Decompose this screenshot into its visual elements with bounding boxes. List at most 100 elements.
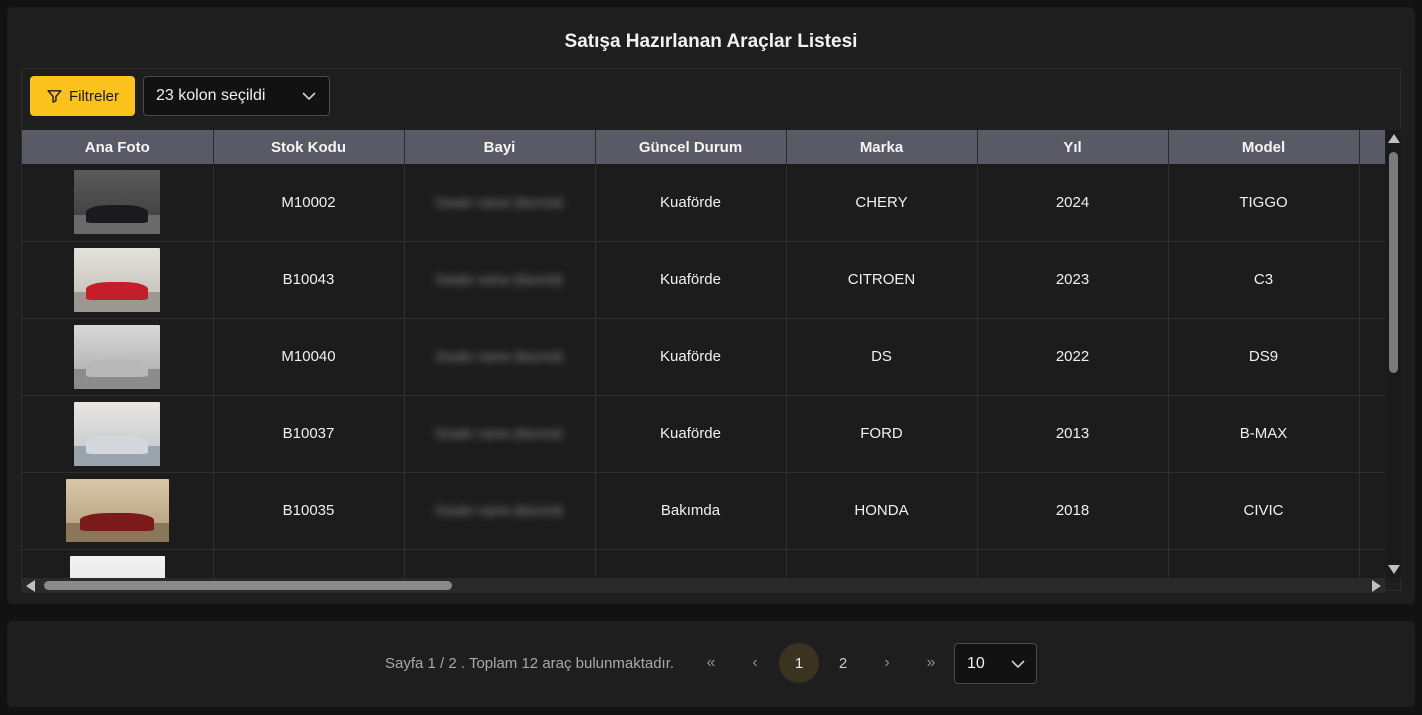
status-cell: Kuaförde — [595, 318, 787, 396]
column-header-brand[interactable]: Marka — [786, 130, 978, 164]
prev-page-icon[interactable]: ‹ — [735, 643, 775, 683]
brand-cell: HONDA — [786, 472, 978, 550]
dealer-name-blurred: Dealer name (blurred) — [435, 426, 564, 441]
table-viewport: Ana Foto Stok Kodu Bayi Güncel Durum Mar… — [22, 130, 1385, 578]
photo-cell — [22, 318, 214, 396]
table-row[interactable]: M10040 Dealer name (blurred) Kuaförde DS… — [22, 318, 1385, 396]
last-page-icon[interactable]: » — [911, 643, 951, 683]
first-page-icon[interactable]: « — [691, 643, 731, 683]
pagination-summary: Sayfa 1 / 2 . Toplam 12 araç bulunmaktad… — [385, 655, 675, 672]
model-cell: C3 — [1168, 241, 1360, 319]
year-cell: 2022 — [977, 318, 1169, 396]
dealer-name-blurred: Dealer name (blurred) — [435, 503, 564, 518]
stock-code-cell: B10043 — [213, 241, 405, 319]
dealer-name-blurred: Dealer name (blurred) — [435, 349, 564, 364]
column-header-dealer[interactable]: Bayi — [404, 130, 596, 164]
filters-button-label: Filtreler — [68, 87, 119, 105]
model-cell: CIVIC — [1168, 472, 1360, 550]
model-cell: TIGGO — [1168, 164, 1360, 242]
year-cell: 2024 — [977, 164, 1169, 242]
dealer-cell — [404, 549, 596, 578]
table-row[interactable]: B10035 Dealer name (blurred) Bakımda HON… — [22, 472, 1385, 550]
dealer-cell: Dealer name (blurred) — [404, 472, 596, 550]
rows-per-page-select[interactable]: 10 — [954, 643, 1037, 684]
year-cell: 2023 — [977, 241, 1169, 319]
funnel-icon — [47, 89, 62, 103]
status-cell: Kuaförde — [595, 164, 787, 242]
scroll-up-icon[interactable] — [1388, 134, 1400, 143]
extra-cell — [1359, 241, 1385, 319]
scroll-right-icon[interactable] — [1372, 580, 1381, 592]
data-table-container: Filtreler 23 kolon seçildi Ana Foto Stok… — [21, 68, 1401, 593]
model-cell: DS9 — [1168, 318, 1360, 396]
extra-cell — [1359, 549, 1385, 578]
table-row[interactable] — [22, 549, 1385, 578]
stock-code-cell: M10002 — [213, 164, 405, 242]
stock-code-cell: B10037 — [213, 395, 405, 473]
table-row[interactable]: B10037 Dealer name (blurred) Kuaförde FO… — [22, 395, 1385, 473]
photo-cell — [22, 472, 214, 550]
dealer-cell: Dealer name (blurred) — [404, 241, 596, 319]
status-cell: Bakımda — [595, 472, 787, 550]
car-photo[interactable] — [74, 170, 161, 235]
dealer-cell: Dealer name (blurred) — [404, 395, 596, 473]
table-header-row: Ana Foto Stok Kodu Bayi Güncel Durum Mar… — [22, 130, 1385, 164]
page-button-2[interactable]: 2 — [823, 643, 863, 683]
next-page-icon[interactable]: › — [867, 643, 907, 683]
brand-cell: CHERY — [786, 164, 978, 242]
dealer-cell: Dealer name (blurred) — [404, 318, 596, 396]
column-select[interactable]: 23 kolon seçildi — [143, 76, 330, 116]
status-cell — [595, 549, 787, 578]
car-photo[interactable] — [74, 247, 161, 312]
column-header-year[interactable]: Yıl — [977, 130, 1169, 164]
extra-cell — [1359, 318, 1385, 396]
year-cell — [977, 549, 1169, 578]
car-photo[interactable] — [65, 479, 169, 542]
model-cell: B-MAX — [1168, 395, 1360, 473]
extra-cell — [1359, 472, 1385, 550]
scroll-down-icon[interactable] — [1388, 565, 1400, 574]
brand-cell: DS — [786, 318, 978, 396]
year-cell: 2013 — [977, 395, 1169, 473]
page-title: Satışa Hazırlanan Araçlar Listesi — [564, 31, 858, 52]
year-cell: 2018 — [977, 472, 1169, 550]
dealer-cell: Dealer name (blurred) — [404, 164, 596, 242]
vertical-scrollbar[interactable] — [1386, 130, 1401, 578]
column-header-model[interactable]: Model — [1168, 130, 1360, 164]
dealer-name-blurred: Dealer name (blurred) — [435, 272, 564, 287]
car-photo[interactable] — [74, 324, 161, 389]
column-select-value: 23 kolon seçildi — [156, 87, 266, 104]
chevron-down-icon — [1011, 660, 1025, 669]
main-card: Satışa Hazırlanan Araçlar Listesi Filtre… — [7, 7, 1415, 604]
chevron-down-icon — [302, 92, 316, 101]
horizontal-scrollbar[interactable] — [22, 578, 1385, 593]
column-header-status[interactable]: Güncel Durum — [595, 130, 787, 164]
stock-code-cell: M10040 — [213, 318, 405, 396]
vehicle-table: Ana Foto Stok Kodu Bayi Güncel Durum Mar… — [22, 130, 1385, 578]
motorcycle-photo[interactable] — [69, 555, 165, 578]
column-header-photo[interactable]: Ana Foto — [22, 130, 214, 164]
photo-cell — [22, 549, 214, 578]
vertical-scroll-thumb[interactable] — [1389, 152, 1398, 373]
photo-cell — [22, 164, 214, 242]
car-photo[interactable] — [74, 401, 161, 466]
table-row[interactable]: M10002 Dealer name (blurred) Kuaförde CH… — [22, 164, 1385, 242]
model-cell — [1168, 549, 1360, 578]
table-row[interactable]: B10043 Dealer name (blurred) Kuaförde CI… — [22, 241, 1385, 319]
table-toolbar: Filtreler 23 kolon seçildi — [22, 69, 1400, 124]
brand-cell — [786, 549, 978, 578]
filters-button[interactable]: Filtreler — [30, 76, 135, 116]
column-header-stock-code[interactable]: Stok Kodu — [213, 130, 405, 164]
status-cell: Kuaförde — [595, 241, 787, 319]
extra-cell — [1359, 395, 1385, 473]
photo-cell — [22, 395, 214, 473]
page-button-1[interactable]: 1 — [779, 643, 819, 683]
column-header-more — [1359, 130, 1385, 164]
stock-code-cell — [213, 549, 405, 578]
extra-cell — [1359, 164, 1385, 242]
pagination-bar: Sayfa 1 / 2 . Toplam 12 araç bulunmaktad… — [7, 621, 1415, 707]
photo-cell — [22, 241, 214, 319]
scroll-left-icon[interactable] — [26, 580, 35, 592]
horizontal-scroll-thumb[interactable] — [44, 581, 452, 590]
brand-cell: FORD — [786, 395, 978, 473]
